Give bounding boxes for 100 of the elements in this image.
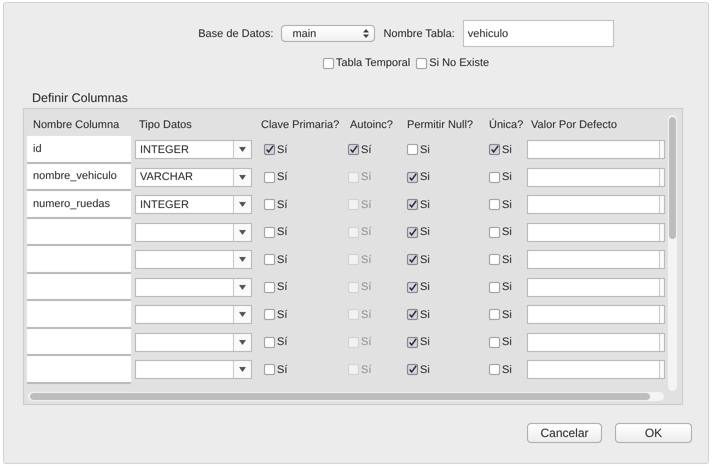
- column-name-field[interactable]: [27, 274, 131, 301]
- checkbox: Sí: [348, 198, 372, 211]
- column-header: Nombre Columna: [32, 119, 120, 131]
- column-header: Única?: [488, 119, 524, 131]
- checkbox[interactable]: Sí: [264, 198, 288, 211]
- cancel-button[interactable]: Cancelar: [527, 423, 602, 443]
- check-mark-icon: [408, 199, 417, 210]
- checkbox[interactable]: Si: [489, 226, 512, 238]
- column-name-field[interactable]: id: [27, 136, 131, 164]
- checkbox[interactable]: Si: [489, 336, 512, 348]
- checkbox: Sí: [348, 308, 372, 321]
- checkbox: Sí: [348, 281, 372, 294]
- checkbox[interactable]: Si: [489, 144, 512, 156]
- checkbox[interactable]: Sí: [264, 226, 288, 238]
- type-dropdown[interactable]: [135, 332, 252, 352]
- default-value-field[interactable]: [527, 332, 665, 352]
- table-name-label: Nombre Tabla:: [383, 28, 455, 40]
- caret-icon: [239, 147, 246, 152]
- default-value-field[interactable]: [527, 360, 665, 380]
- check-mark-icon: [490, 144, 499, 156]
- checkbox[interactable]: Si: [489, 364, 512, 376]
- column-header: Permitir Null?: [406, 119, 474, 131]
- checkbox[interactable]: Sí: [264, 144, 288, 156]
- checkbox[interactable]: Si: [407, 226, 430, 238]
- default-value-field[interactable]: [527, 195, 665, 214]
- type-dropdown[interactable]: INTEGER: [135, 195, 252, 214]
- checkbox[interactable]: Sí: [264, 171, 288, 184]
- checkbox[interactable]: Si: [489, 254, 512, 266]
- type-dropdown[interactable]: [135, 278, 252, 297]
- checkbox: Sí: [348, 254, 372, 266]
- check-mark-icon: [408, 364, 417, 376]
- column-name-field[interactable]: [27, 301, 131, 328]
- checkbox[interactable]: Si: [407, 171, 430, 184]
- checkbox[interactable]: Si No Existe: [416, 57, 490, 69]
- database-dropdown[interactable]: main: [281, 25, 376, 42]
- checkbox[interactable]: Si: [407, 364, 430, 376]
- checkbox[interactable]: Si: [407, 281, 430, 294]
- type-dropdown[interactable]: [135, 360, 252, 380]
- database-label: Base de Datos:: [198, 28, 274, 40]
- column-header: Valor Por Defecto: [530, 119, 618, 131]
- check-mark-icon: [408, 172, 417, 183]
- type-dropdown[interactable]: [135, 222, 252, 242]
- table-name-field[interactable]: vehiculo: [462, 20, 614, 47]
- column-header: Tipo Datos: [138, 119, 193, 131]
- column-name-field[interactable]: [27, 218, 131, 246]
- check-mark-icon: [408, 336, 417, 348]
- check-mark-icon: [408, 254, 417, 266]
- caret-icon: [239, 257, 246, 262]
- caret-icon: [239, 174, 246, 180]
- checkbox[interactable]: Si: [489, 198, 512, 211]
- vertical-scrollbar-thumb[interactable]: [669, 117, 676, 239]
- checkbox: Sí: [348, 336, 372, 348]
- checkbox: Sí: [348, 364, 372, 376]
- checkbox[interactable]: Tabla Temporal: [322, 57, 410, 69]
- checkbox[interactable]: Sí: [264, 364, 288, 376]
- check-mark-icon: [265, 144, 274, 156]
- default-value-field[interactable]: [527, 305, 665, 324]
- caret-icon: [239, 367, 246, 372]
- column-name-field[interactable]: [27, 328, 131, 356]
- checkbox[interactable]: Sí: [348, 144, 372, 156]
- checkbox[interactable]: Sí: [264, 254, 288, 266]
- default-value-field[interactable]: [527, 222, 665, 242]
- up-down-arrows-icon: [363, 29, 370, 38]
- checkbox[interactable]: Si: [407, 198, 430, 211]
- column-name-field[interactable]: [27, 356, 131, 384]
- column-header: Autoinc?: [349, 119, 394, 131]
- checkbox[interactable]: Si: [407, 144, 430, 156]
- checkbox[interactable]: Si: [489, 308, 512, 321]
- caret-icon: [239, 202, 246, 208]
- checkbox: Sí: [348, 171, 372, 184]
- check-mark-icon: [408, 282, 417, 293]
- type-dropdown[interactable]: INTEGER: [135, 140, 252, 160]
- section-title: Definir Columnas: [32, 91, 128, 105]
- checkbox[interactable]: Si: [407, 336, 430, 348]
- column-name-field[interactable]: numero_ruedas: [27, 191, 131, 218]
- type-dropdown[interactable]: VARCHAR: [135, 168, 252, 187]
- checkbox[interactable]: Si: [489, 281, 512, 294]
- caret-icon: [239, 284, 246, 290]
- checkbox[interactable]: Si: [407, 308, 430, 321]
- horizontal-scrollbar-thumb[interactable]: [30, 393, 650, 400]
- check-mark-icon: [408, 226, 417, 238]
- caret-icon: [239, 312, 246, 318]
- column-name-field[interactable]: nombre_vehiculo: [27, 164, 131, 191]
- caret-icon: [239, 340, 246, 345]
- default-value-field[interactable]: [527, 278, 665, 297]
- default-value-field[interactable]: [527, 250, 665, 270]
- default-value-field[interactable]: [527, 140, 665, 160]
- type-dropdown[interactable]: [135, 305, 252, 324]
- checkbox[interactable]: Si: [489, 171, 512, 184]
- checkbox[interactable]: Sí: [264, 308, 288, 321]
- type-dropdown[interactable]: [135, 250, 252, 270]
- check-mark-icon: [349, 144, 358, 156]
- checkbox[interactable]: Sí: [264, 336, 288, 348]
- check-mark-icon: [408, 309, 417, 320]
- checkbox[interactable]: Sí: [264, 281, 288, 294]
- column-header: Clave Primaria?: [260, 119, 340, 131]
- checkbox[interactable]: Si: [407, 254, 430, 266]
- default-value-field[interactable]: [527, 168, 665, 187]
- ok-button[interactable]: OK: [615, 423, 692, 443]
- column-name-field[interactable]: [27, 246, 131, 274]
